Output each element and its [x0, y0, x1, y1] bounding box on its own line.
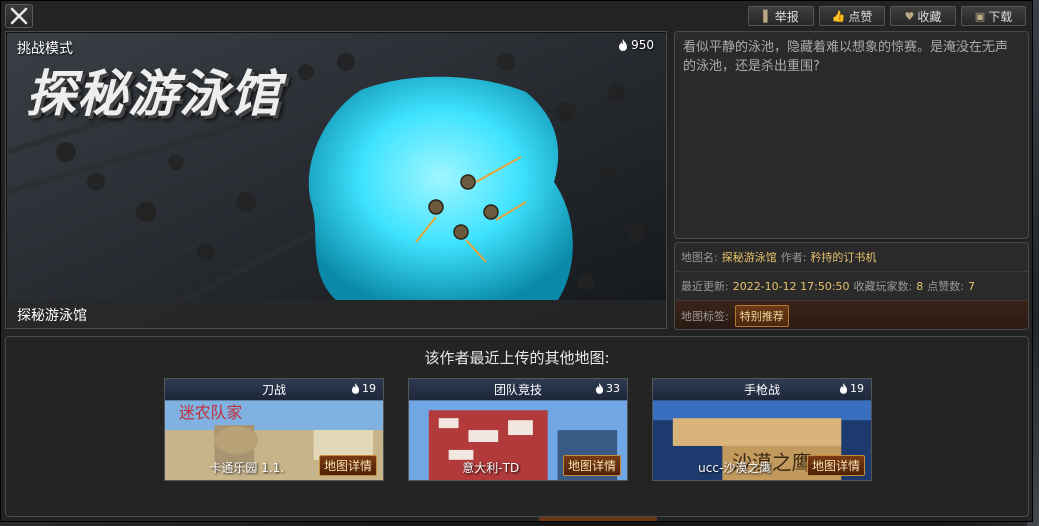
author-other-maps-panel: 该作者最近上传的其他地图: 迷农队家 刀战 19 卡通乐园 1.1. 地图详情: [5, 336, 1029, 517]
map-card-heat-value: 19: [850, 382, 864, 395]
map-detail-dialog: ▌ 举报 👍 点赞 ♥ 收藏 ▣ 下载 挑战模式 探秘游泳馆 950 探秘游泳馆…: [0, 0, 1033, 522]
map-card-header: 刀战 19: [165, 379, 383, 400]
report-button[interactable]: ▌ 举报: [748, 6, 814, 26]
info-row-stats: 最近更新: 2022-10-12 17:50:50 收藏玩家数: 8 点赞数: …: [675, 272, 1028, 301]
cover-map-name: 探秘游泳馆: [17, 308, 87, 324]
author-label: 作者:: [780, 251, 807, 264]
map-card-name: ucc-沙漠之鹰: [698, 461, 772, 475]
map-card-header: 团队竞技 33: [409, 379, 627, 400]
map-info-box: 地图名: 探秘游泳馆 作者: 矜持的订书机 最近更新: 2022-10-12 1…: [674, 242, 1029, 330]
heart-icon: ♥: [904, 9, 915, 23]
download-icon: ▣: [974, 9, 986, 23]
map-name-value: 探秘游泳馆: [721, 251, 777, 264]
tags-label: 地图标签:: [681, 309, 729, 323]
close-icon: [10, 7, 28, 25]
info-row-name: 地图名: 探秘游泳馆 作者: 矜持的订书机: [675, 243, 1028, 272]
download-label: 下载: [988, 9, 1013, 24]
map-detail-button[interactable]: 地图详情: [562, 455, 621, 476]
map-card-category: 团队竞技: [493, 383, 542, 397]
map-tag[interactable]: 特别推荐: [734, 304, 789, 327]
likes-label: 点赞数:: [927, 280, 964, 293]
cover-heat-value: 950: [631, 38, 654, 52]
map-card[interactable]: 迷农队家 刀战 19 卡通乐园 1.1. 地图详情: [164, 378, 384, 481]
bottom-strip: [539, 517, 657, 521]
updated-label: 最近更新:: [681, 280, 729, 293]
flame-icon: [595, 383, 604, 394]
action-toolbar: ▌ 举报 👍 点赞 ♥ 收藏 ▣ 下载: [748, 6, 1026, 26]
author-value[interactable]: 矜持的订书机: [810, 249, 876, 265]
flag-icon: ▌: [763, 9, 772, 23]
report-label: 举报: [774, 9, 799, 24]
map-card-category: 刀战: [261, 383, 286, 397]
favs-value: 8: [916, 279, 924, 293]
map-detail-button[interactable]: 地图详情: [806, 455, 865, 476]
thumbs-up-icon: 👍: [831, 9, 846, 23]
map-card-name: 卡通乐园 1.1.: [209, 461, 285, 475]
like-label: 点赞: [848, 9, 873, 24]
map-card-heat-value: 33: [606, 382, 620, 395]
flame-icon: [839, 383, 848, 394]
flame-icon: [619, 39, 628, 51]
like-button[interactable]: 👍 点赞: [819, 6, 885, 26]
map-card-thumb-text: 迷农队家: [179, 403, 243, 422]
map-detail-button[interactable]: 地图详情: [318, 455, 377, 476]
map-description: 看似平静的泳池，隐藏着难以想象的惊赛。是淹没在无声的泳池，还是杀出重围?: [683, 40, 1009, 74]
map-card[interactable]: 沙漠之鹰 手枪战 19 ucc-沙漠之鹰 地图详情: [652, 378, 872, 481]
map-card[interactable]: 团队竞技 33 意大利-TD 地图详情: [408, 378, 628, 481]
map-card-header: 手枪战 19: [653, 379, 871, 400]
map-card-name: 意大利-TD: [462, 461, 520, 475]
favs-label: 收藏玩家数:: [853, 280, 913, 293]
download-button[interactable]: ▣ 下载: [961, 6, 1026, 26]
close-button[interactable]: [5, 4, 33, 28]
cover-heat: 950: [618, 38, 654, 52]
likes-value: 7: [967, 279, 975, 293]
map-card-heat: 33: [595, 382, 620, 395]
map-cover-image: 挑战模式 探秘游泳馆 950 探秘游泳馆: [5, 31, 667, 329]
map-card-category: 手枪战: [743, 383, 780, 397]
flame-icon: [351, 383, 360, 394]
updated-value: 2022-10-12 17:50:50: [732, 279, 850, 293]
cover-title-art: 探秘游泳馆: [26, 65, 281, 123]
favorite-button[interactable]: ♥ 收藏: [890, 6, 956, 26]
cover-footer: 探秘游泳馆: [6, 300, 666, 328]
map-card-heat: 19: [839, 382, 864, 395]
map-card-heat: 19: [351, 382, 376, 395]
map-description-box[interactable]: 看似平静的泳池，隐藏着难以想象的惊赛。是淹没在无声的泳池，还是杀出重围?: [674, 31, 1029, 239]
map-name-label: 地图名:: [681, 251, 718, 264]
favorite-label: 收藏: [917, 9, 942, 24]
other-maps-title: 该作者最近上传的其他地图:: [424, 349, 610, 367]
info-row-tags: 地图标签: 特别推荐: [675, 301, 1028, 329]
map-card-heat-value: 19: [362, 382, 376, 395]
